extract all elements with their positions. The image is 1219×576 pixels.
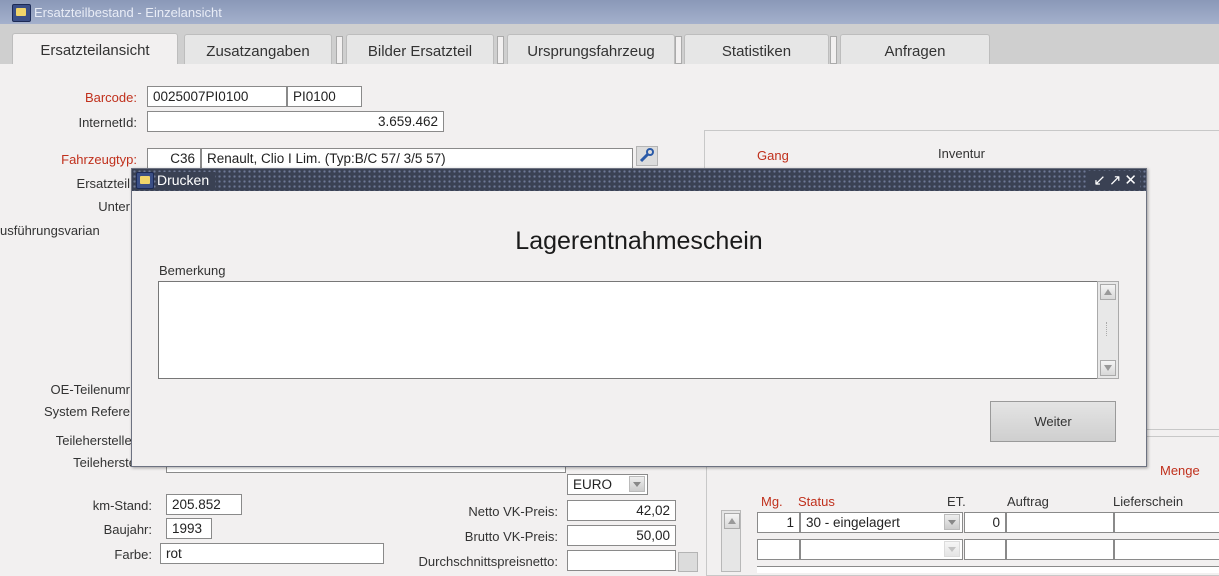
brutto-vk-field[interactable]: 50,00 — [567, 525, 676, 546]
arrow-up-icon — [728, 518, 736, 524]
baujahr-field[interactable]: 1993 — [166, 518, 212, 539]
table-row-1-et[interactable]: 0 — [964, 512, 1006, 533]
durchschnittspreis-button[interactable] — [678, 552, 698, 572]
dialog-heading: Lagerentnahmeschein — [515, 227, 763, 255]
stock-table-scrollbar[interactable] — [721, 510, 741, 572]
barcode-label: Barcode: — [84, 90, 137, 105]
dialog-app-icon — [136, 172, 154, 189]
durchschnittspreis-field[interactable] — [567, 550, 676, 571]
brutto-vk-label: Brutto VK-Preis: — [464, 529, 558, 544]
table-row-1-mg[interactable]: 1 — [757, 512, 800, 533]
weiter-button[interactable]: Weiter — [990, 401, 1116, 442]
arrow-up-icon — [1104, 289, 1112, 295]
table-row-2-auftrag[interactable] — [1006, 539, 1114, 560]
window-title: Ersatzteilbestand - Einzelansicht — [34, 5, 222, 20]
netto-vk-label: Netto VK-Preis: — [468, 504, 558, 519]
tab-bilder-ersatzteil[interactable]: Bilder Ersatzteil — [346, 34, 494, 64]
netto-vk-field[interactable]: 42,02 — [567, 500, 676, 521]
fahrzeugtyp-label: Fahrzeugtyp: — [61, 152, 137, 167]
fahrzeugtyp-code-field[interactable]: C36 — [147, 148, 201, 169]
scroll-up-button[interactable] — [724, 513, 740, 529]
col-header-mg: Mg. — [761, 494, 783, 509]
app-icon — [12, 4, 31, 22]
col-header-status: Status — [798, 494, 835, 509]
kmstand-field[interactable]: 205.852 — [166, 494, 242, 515]
kmstand-label: km-Stand: — [92, 498, 152, 513]
remark-textarea[interactable] — [158, 281, 1119, 379]
barcode-field[interactable]: 0025007PI0100 — [147, 86, 287, 107]
print-dialog: Drucken ↙↗✕ Lagerentnahmeschein Bemerkun… — [131, 168, 1147, 467]
farbe-label: Farbe: — [114, 547, 152, 562]
chevron-down-icon[interactable] — [944, 514, 960, 530]
table-row-2-status[interactable] — [800, 539, 963, 560]
scroll-up-button[interactable] — [1100, 284, 1116, 300]
gang-label: Gang — [757, 148, 789, 163]
table-row-2-lieferschein[interactable] — [1114, 539, 1219, 560]
durchschnittspreis-label: Durchschnittspreisnetto: — [418, 554, 558, 569]
currency-select[interactable]: EURO — [567, 474, 648, 495]
table-row-2-et[interactable] — [964, 539, 1006, 560]
tab-ersatzteilansicht[interactable]: Ersatzteilansicht — [12, 33, 178, 64]
menge-label: Menge — [1160, 463, 1200, 478]
tab-separator — [830, 36, 837, 64]
tab-statistiken[interactable]: Statistiken — [684, 34, 829, 64]
fahrzeug-search-button[interactable] — [636, 146, 658, 166]
chevron-down-icon[interactable] — [629, 476, 645, 492]
table-row-1-status-value: 30 - eingelagert — [806, 515, 900, 530]
col-header-lieferschein: Lieferschein — [1113, 494, 1184, 509]
col-header-et: ET. — [947, 494, 966, 509]
window-titlebar: Ersatzteilbestand - Einzelansicht — [0, 0, 1219, 24]
table-row-1-status[interactable]: 30 - eingelagert — [800, 512, 963, 533]
dialog-title: Drucken — [157, 172, 216, 188]
table-row-2-mg[interactable] — [757, 539, 800, 560]
system-referenz-label: System Refere — [44, 404, 130, 419]
tab-separator — [675, 36, 682, 64]
internetid-field[interactable]: 3.659.462 — [147, 111, 444, 132]
oe-teilenummer-label: OE-Teilenumr — [50, 382, 130, 397]
dialog-titlebar: Drucken ↙↗✕ — [132, 169, 1146, 191]
baujahr-label: Baujahr: — [103, 522, 152, 537]
ausfuehrungsvariante-label: usführungsvarian — [0, 223, 100, 238]
tab-separator — [497, 36, 504, 64]
arrow-down-icon — [1104, 365, 1112, 371]
fahrzeugtyp-name-field[interactable]: Renault, Clio I Lim. (Typ:B/C 57/ 3/5 57… — [201, 148, 633, 169]
unter-label: Unter — [98, 199, 130, 214]
col-header-auftrag: Auftrag — [1007, 494, 1049, 509]
chevron-down-icon[interactable] — [944, 541, 960, 557]
teilehersteller-label: Teilehersteller — [55, 433, 136, 448]
ersatzteil-label: Ersatzteil — [76, 176, 130, 191]
tab-anfragen[interactable]: Anfragen — [840, 34, 990, 64]
teilehersteller-label-2: Teileherste — [73, 455, 136, 470]
remark-label: Bemerkung — [159, 263, 226, 278]
scroll-grip — [1106, 322, 1110, 336]
tab-ursprungsfahrzeug[interactable]: Ursprungsfahrzeug — [507, 34, 675, 64]
farbe-field[interactable]: rot — [160, 543, 384, 564]
tool-icon — [639, 148, 654, 163]
barcode-suffix-field[interactable]: PI0100 — [287, 86, 362, 107]
tab-zusatzangaben[interactable]: Zusatzangaben — [184, 34, 332, 64]
inventur-label: Inventur — [938, 146, 985, 161]
scroll-down-button[interactable] — [1100, 360, 1116, 376]
currency-value: EURO — [573, 477, 613, 492]
tab-separator — [336, 36, 343, 64]
internetid-label: InternetId: — [78, 115, 137, 130]
table-row-1-lieferschein[interactable] — [1114, 512, 1219, 533]
remark-scrollbar[interactable] — [1097, 281, 1119, 379]
table-row-1-auftrag[interactable] — [1006, 512, 1114, 533]
window-controls-icon[interactable]: ↙↗✕ — [1087, 171, 1140, 189]
